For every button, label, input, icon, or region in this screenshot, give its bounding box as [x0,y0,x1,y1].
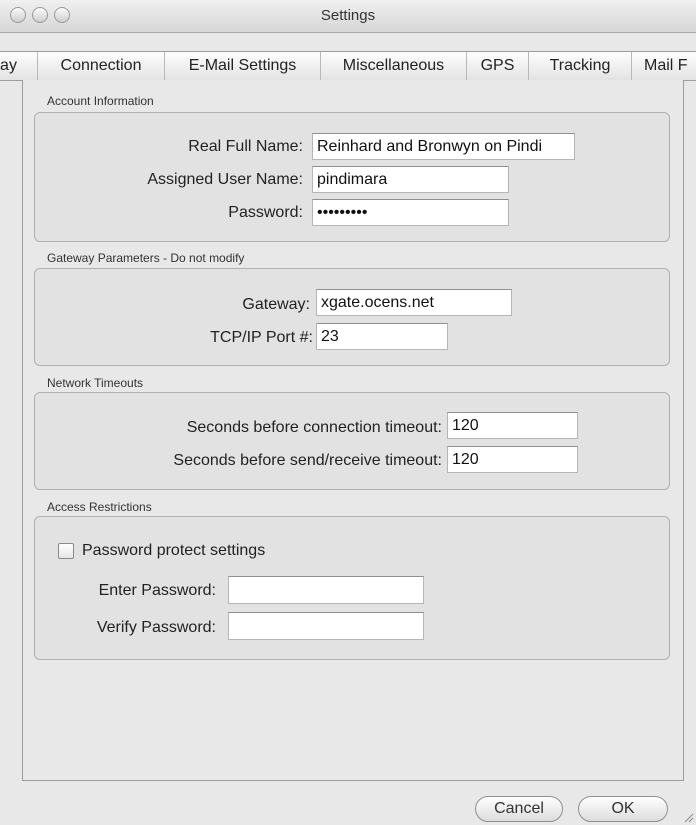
account-section-label: Account Information [47,94,154,108]
connect-timeout-field[interactable]: 120 [447,412,578,439]
protect-settings-checkbox[interactable] [58,543,74,559]
gateway-group [34,268,670,366]
sendrecv-timeout-field[interactable]: 120 [447,446,578,473]
verify-password-field[interactable] [228,612,424,640]
real-name-label: Real Full Name: [188,138,303,155]
protect-settings-label[interactable]: Password protect settings [82,542,265,560]
real-name-field[interactable]: Reinhard and Bronwyn on Pindi [312,133,575,160]
gateway-label: Gateway: [242,296,310,313]
gateway-field[interactable]: xgate.ocens.net [316,289,512,316]
sendrecv-timeout-label: Seconds before send/receive timeout: [173,452,442,469]
password-field[interactable]: ••••••••• [312,199,509,226]
window-title: Settings [320,7,376,24]
user-name-label: Assigned User Name: [147,171,303,188]
gateway-section-label: Gateway Parameters - Do not modify [47,251,245,265]
port-label: TCP/IP Port #: [210,329,313,346]
verify-password-label: Verify Password: [96,619,216,636]
resize-grip-icon[interactable] [682,811,694,823]
title-bar: Settings [0,0,696,33]
tab-gps[interactable]: GPS [467,52,529,80]
timeouts-section-label: Network Timeouts [47,376,144,390]
tab-tracking[interactable]: Tracking [529,52,632,80]
tab-display-partial[interactable]: ay [0,52,38,80]
timeouts-group [34,392,670,490]
access-section-label: Access Restrictions [47,500,152,514]
tab-email-settings[interactable]: E-Mail Settings [165,52,321,80]
cancel-button[interactable]: Cancel [475,796,563,822]
password-label: Password: [228,204,303,221]
tab-mail-partial[interactable]: Mail F [632,52,696,80]
ok-button[interactable]: OK [578,796,668,822]
connect-timeout-label: Seconds before connection timeout: [186,419,442,436]
enter-password-field[interactable] [228,576,424,604]
user-name-field[interactable]: pindimara [312,166,509,193]
tab-bar: ay Connection E-Mail Settings Miscellane… [0,51,696,81]
tab-miscellaneous[interactable]: Miscellaneous [321,52,467,80]
port-field[interactable]: 23 [316,323,448,350]
enter-password-label: Enter Password: [98,582,216,599]
tab-connection[interactable]: Connection [38,52,165,80]
